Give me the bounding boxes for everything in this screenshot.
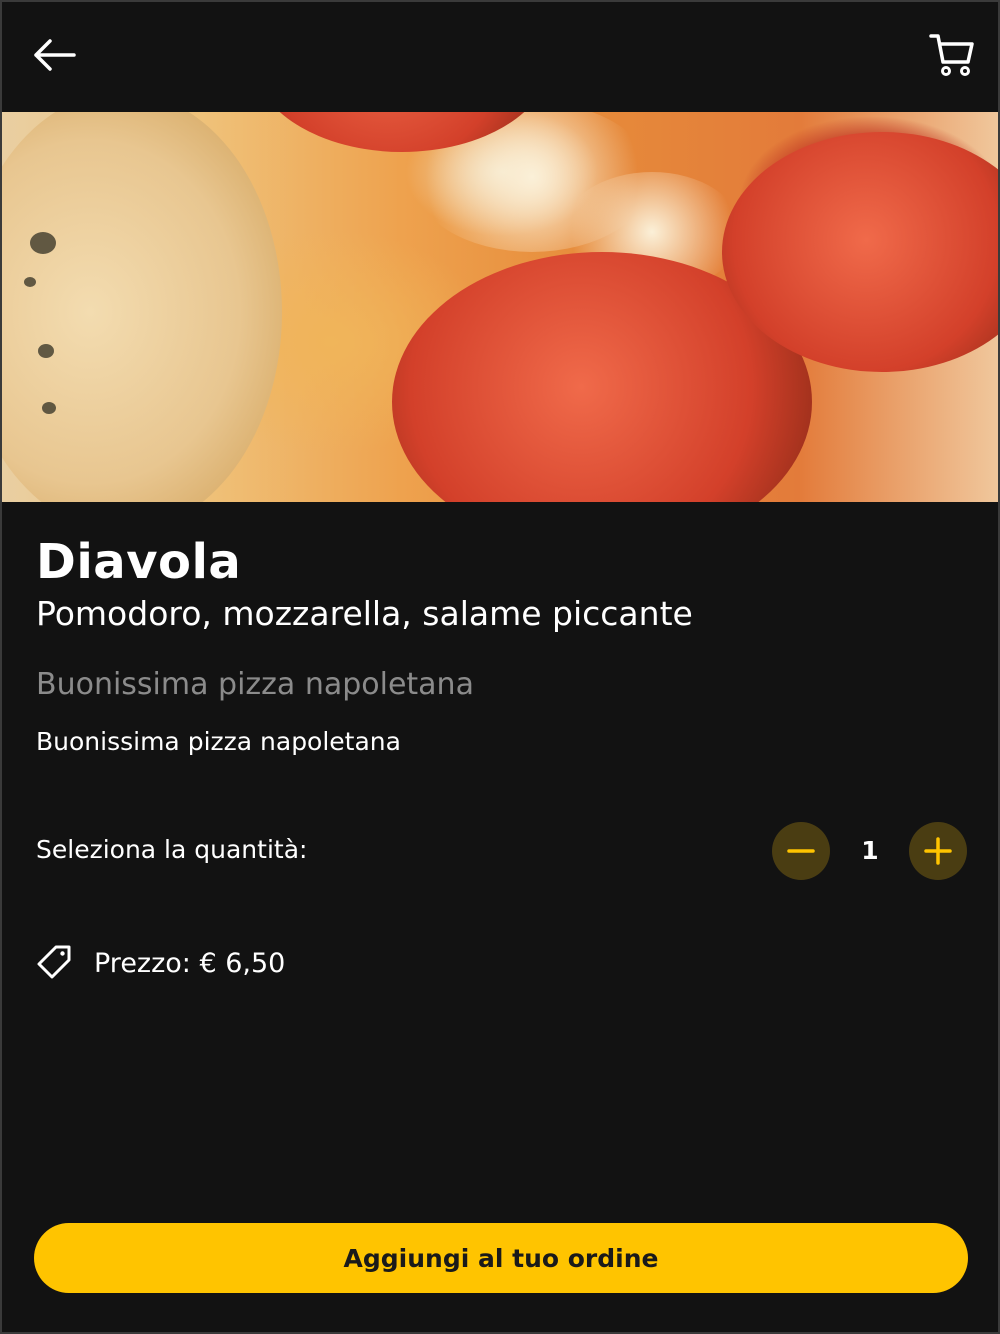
add-to-order-button[interactable]: Aggiungi al tuo ordine [34,1223,968,1293]
decrease-quantity-button[interactable] [772,822,830,880]
app-screen: Diavola Pomodoro, mozzarella, salame pic… [0,0,1000,1334]
back-button[interactable] [30,32,80,78]
quantity-value: 1 [861,836,879,865]
minus-icon [787,849,815,853]
top-bar [2,2,998,112]
char-spot [42,402,56,414]
pizza-diavola-photo [2,112,998,502]
arrow-left-icon [34,39,76,71]
plus-icon [924,837,952,865]
pizza-crust [2,112,282,502]
increase-quantity-button[interactable] [909,822,967,880]
shopping-cart-icon [929,34,974,76]
product-tagline: Buonissima pizza napoletana [36,667,474,702]
price-text: Prezzo: € 6,50 [94,948,286,979]
cart-button[interactable] [928,30,976,78]
char-spot [38,344,54,358]
quantity-label: Seleziona la quantità: [36,835,308,864]
price-tag-icon [37,945,71,979]
product-description: Buonissima pizza napoletana [36,727,401,756]
product-title: Diavola [36,534,242,590]
product-ingredients: Pomodoro, mozzarella, salame piccante [36,594,693,633]
char-spot [30,232,56,254]
char-spot [24,277,36,287]
